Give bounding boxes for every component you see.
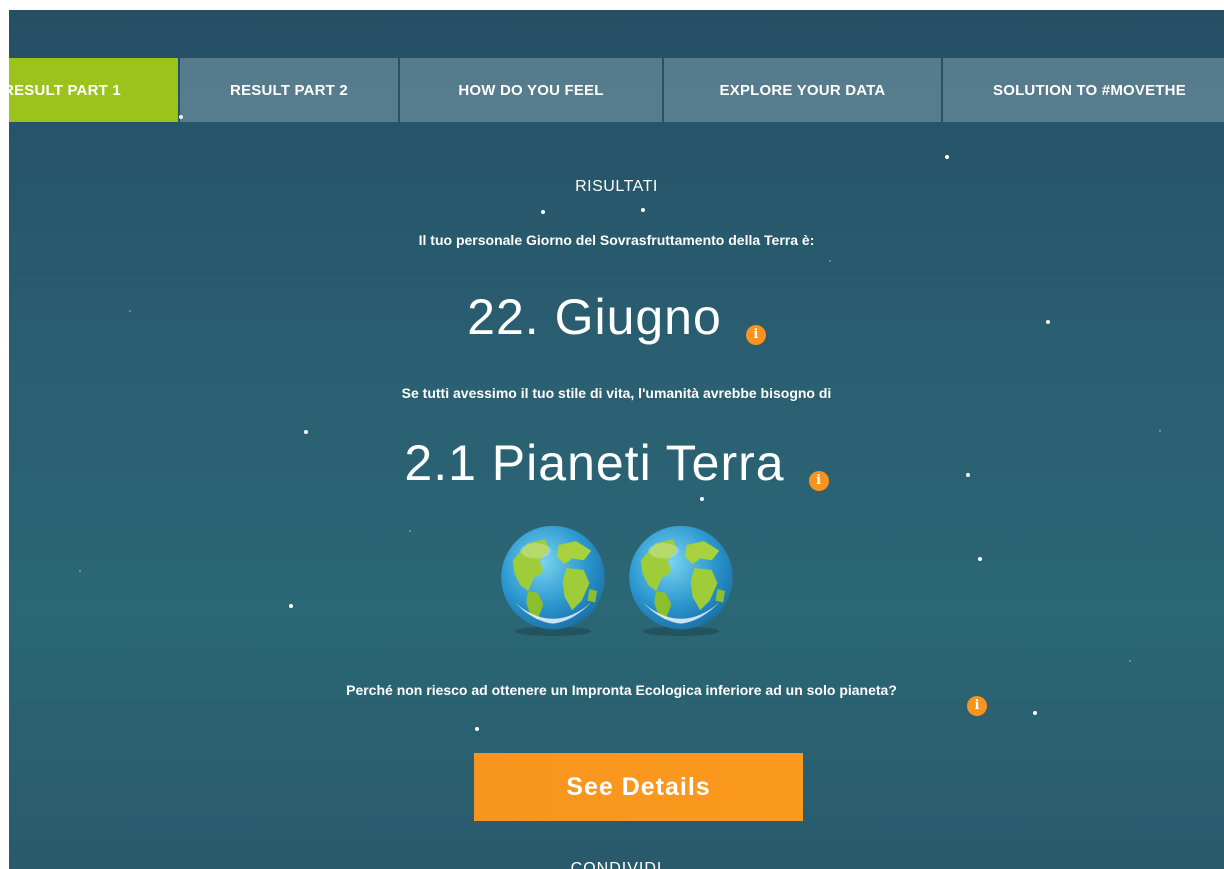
- star: [945, 155, 949, 159]
- star: [829, 260, 831, 262]
- tab-label: SOLUTION TO #MOVETHE: [993, 81, 1186, 99]
- earth-globe-icon: [500, 525, 605, 637]
- info-icon[interactable]: i: [808, 471, 829, 491]
- planets-label: Se tutti avessimo il tuo stile di vita, …: [401, 385, 832, 401]
- info-icon[interactable]: i: [967, 696, 987, 716]
- planet-globes: [9, 522, 1224, 637]
- overshoot-label: Il tuo personale Giorno del Sovrasfrutta…: [418, 232, 815, 248]
- star: [641, 208, 645, 212]
- tab-label: HOW DO YOU FEEL: [458, 81, 604, 99]
- tab-explore-your-data[interactable]: EXPLORE YOUR DATA: [664, 58, 941, 122]
- earth-globe-icon: [628, 525, 733, 637]
- tab-result-part-1[interactable]: RESULT PART 1: [9, 58, 178, 122]
- share-heading: CONDIVIDI: [570, 860, 663, 869]
- see-details-button[interactable]: See Details: [474, 753, 803, 821]
- star: [1129, 660, 1131, 662]
- star: [1159, 430, 1161, 432]
- tab-solution[interactable]: SOLUTION TO #MOVETHE: [943, 58, 1224, 122]
- tab-result-part-2[interactable]: RESULT PART 2: [180, 58, 398, 122]
- results-heading: RISULTATI: [575, 178, 658, 195]
- star: [1033, 711, 1037, 715]
- result-tab-bar: RESULT PART 1 RESULT PART 2 HOW DO YOU F…: [9, 58, 1224, 122]
- why-question: Perché non riesco ad ottenere un Impront…: [346, 682, 897, 698]
- overshoot-date: 22. Giugno: [467, 289, 722, 345]
- star: [700, 497, 704, 501]
- tab-how-do-you-feel[interactable]: HOW DO YOU FEEL: [400, 58, 662, 122]
- planets-value: 2.1 Pianeti Terra: [404, 435, 785, 491]
- tab-label: RESULT PART 2: [230, 81, 348, 99]
- star: [541, 210, 545, 214]
- results-screen: RESULT PART 1 RESULT PART 2 HOW DO YOU F…: [9, 10, 1224, 869]
- overshoot-date-row: 22. Giugno i: [9, 288, 1224, 346]
- tab-label: EXPLORE YOUR DATA: [719, 81, 886, 99]
- star: [475, 727, 479, 731]
- tab-label: RESULT PART 1: [9, 81, 121, 99]
- planets-row: 2.1 Pianeti Terra i: [9, 434, 1224, 492]
- info-icon[interactable]: i: [745, 325, 766, 345]
